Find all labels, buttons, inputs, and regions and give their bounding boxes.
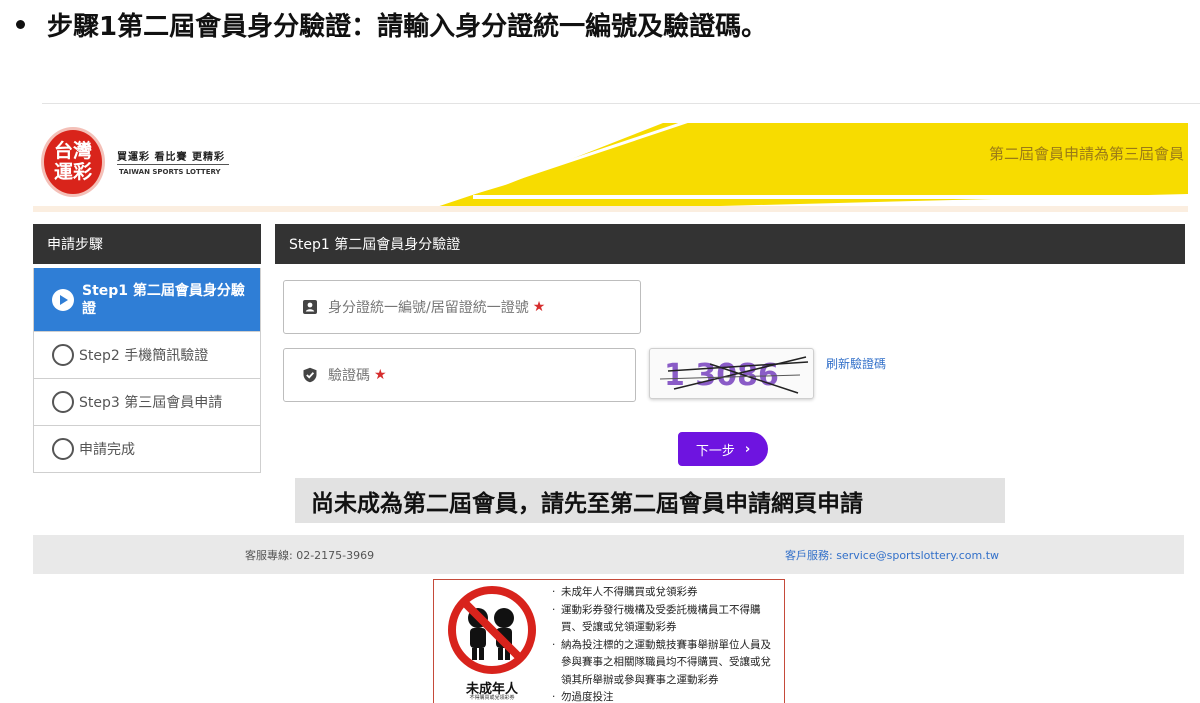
step-label: Step3 第三屆會員申請: [79, 395, 223, 411]
step-item-3[interactable]: Step3 第三屆會員申請: [34, 378, 260, 425]
id-number-placeholder: 身分證統一編號/居留證統一證號: [328, 300, 529, 316]
captcha-drawing: 1 3086: [659, 356, 809, 394]
circle-icon: [52, 391, 74, 413]
steps-list: Step1 第二屆會員身分驗證 Step2 手機簡訊驗證 Step3 第三屆會員…: [33, 268, 261, 473]
age-warning-box: 未成年人 不得購買或兌領彩券 未成年人不得購買或兌領彩券 運動彩券發行機構及受委…: [433, 579, 785, 703]
logo-underline: [117, 164, 229, 165]
step-label: Step1 第二屆會員身分驗證: [82, 282, 245, 317]
required-star: ★: [532, 299, 546, 315]
required-star: ★: [374, 367, 387, 383]
warning-list: 未成年人不得購買或兌領彩券 運動彩券發行機構及受委託機構員工不得購買、受讓或兌領…: [552, 584, 780, 703]
refresh-captcha-link[interactable]: 刷新驗證碼: [826, 355, 886, 372]
no-minors-icon: [448, 586, 536, 674]
chevron-right-icon: ›: [744, 441, 751, 457]
warning-item: 運動彩券發行機構及受委託機構員工不得購買、受讓或兌領運動彩券: [552, 602, 780, 637]
step-item-1[interactable]: Step1 第二屆會員身分驗證: [34, 268, 260, 331]
logo-line2: 運彩: [53, 161, 92, 183]
captcha-placeholder: 驗證碼: [328, 368, 370, 384]
page-heading-text: 步驟1第二屆會員身分驗證：請輸入身分證統一編號及驗證碼。: [47, 11, 768, 42]
panel-title: Step1 第二屆會員身分驗證: [275, 224, 1185, 264]
circle-icon: [52, 438, 74, 460]
page-heading: 步驟1第二屆會員身分驗證：請輸入身分證統一編號及驗證碼。: [14, 6, 767, 42]
sidebar-title: 申請步驟: [33, 224, 261, 264]
next-button-label: 下一步: [695, 443, 735, 459]
logo-line1: 台灣: [53, 140, 92, 162]
bullet-dot: [16, 19, 25, 29]
next-button[interactable]: 下一步 ›: [678, 432, 768, 466]
logo-slogan: 買運彩 看比賽 更精彩: [117, 152, 225, 163]
step-item-4[interactable]: 申請完成: [34, 425, 260, 472]
captcha-field[interactable]: 驗證碼 ★: [283, 348, 636, 402]
membership-notice: 尚未成為第二屆會員，請先至第二屆會員申請網頁申請: [295, 478, 1005, 523]
header-title: 第二屆會員申請為第三屆會員: [988, 145, 1184, 163]
footer-phone: 客服專線: 02-2175-3969: [245, 548, 375, 562]
no-minors-sublabel: 不得購買或兌領彩券: [469, 695, 515, 701]
warning-item: 納為投注標的之運動競技賽事舉辦單位人員及參與賽事之相關隊職員均不得購買、受讓或兌…: [552, 637, 780, 690]
footer-email-link[interactable]: 客戶服務: service@sportslottery.com.tw: [785, 547, 999, 563]
top-divider: [42, 103, 1200, 104]
warning-item: 未成年人不得購買或兌領彩券: [552, 584, 780, 602]
logo-brand-en: TAIWAN SPORTS LOTTERY: [119, 168, 221, 176]
id-card-icon: [303, 300, 317, 314]
captcha-image: 1 3086: [649, 348, 814, 399]
step-label: 申請完成: [79, 442, 135, 458]
site-footer: 客服專線: 02-2175-3969 客戶服務: service@sportsl…: [33, 535, 1184, 574]
steps-sidebar: 申請步驟 Step1 第二屆會員身分驗證 Step2 手機簡訊驗證 Step3 …: [33, 224, 261, 473]
circle-icon: [52, 344, 74, 366]
warning-item: 勿過度投注: [552, 689, 780, 703]
header-stripes: [33, 118, 1188, 212]
shield-check-icon: [303, 367, 317, 383]
play-circle-icon: [52, 288, 74, 311]
site-header: 台灣 運彩 買運彩 看比賽 更精彩 TAIWAN SPORTS LOTTERY …: [33, 118, 1188, 212]
id-number-field[interactable]: 身分證統一編號/居留證統一證號 ★: [283, 280, 641, 334]
step-label: Step2 手機簡訊驗證: [79, 348, 209, 364]
step-item-2[interactable]: Step2 手機簡訊驗證: [34, 331, 260, 378]
logo-badge[interactable]: 台灣 運彩: [41, 127, 105, 197]
